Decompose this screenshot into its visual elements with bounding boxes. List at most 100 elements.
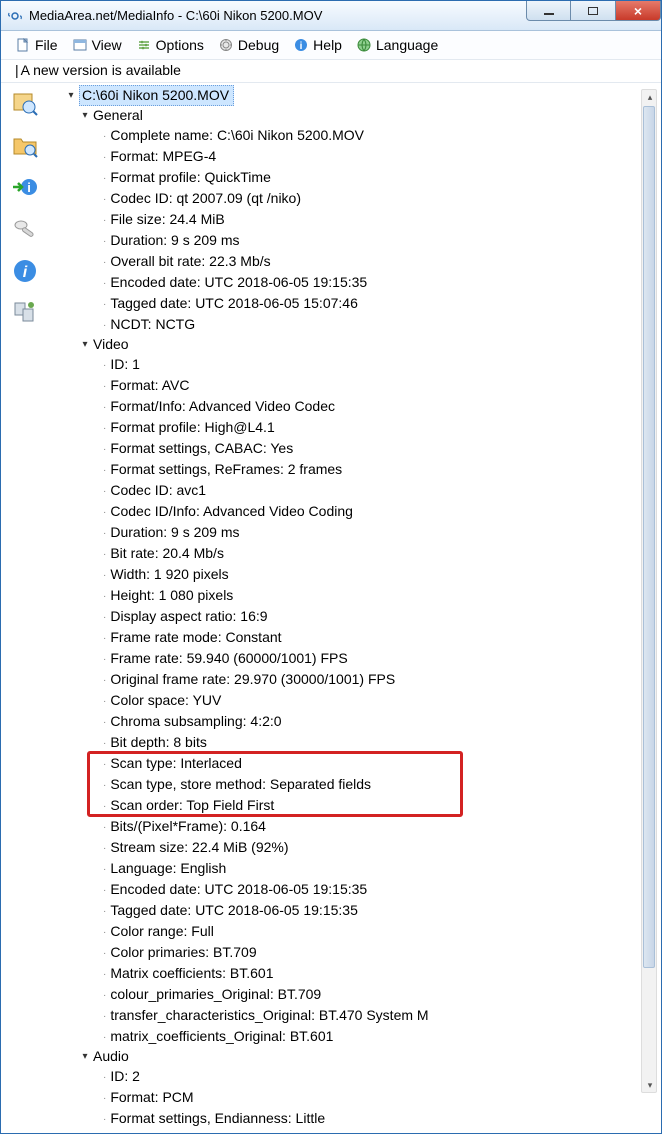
titlebar: MediaArea.net/MediaInfo - C:\60i Nikon 5… — [1, 1, 661, 31]
tree-item[interactable]: Encoded date: UTC 2018-06-05 19:15:35 — [53, 272, 639, 293]
bullet-icon — [101, 1087, 110, 1108]
close-button[interactable]: × — [616, 1, 661, 21]
help-icon: i — [293, 37, 309, 53]
menu-view[interactable]: View — [66, 35, 128, 55]
tree-item-label: NCDT: NCTG — [110, 315, 195, 334]
tree-item-label: Format: AVC — [110, 376, 189, 395]
tree-item[interactable]: Format settings, ReFrames: 2 frames — [53, 459, 639, 480]
tree-item[interactable]: Stream size: 22.4 MiB (92%) — [53, 837, 639, 858]
bullet-icon — [101, 272, 110, 293]
tree-item[interactable]: Bit rate: 20.4 Mb/s — [53, 543, 639, 564]
tree-item[interactable]: Tagged date: UTC 2018-06-05 15:07:46 — [53, 293, 639, 314]
collapse-icon[interactable] — [65, 90, 77, 102]
tree-item[interactable]: Format settings, CABAC: Yes — [53, 438, 639, 459]
section-label: Video — [93, 335, 129, 354]
menu-help[interactable]: i Help — [287, 35, 348, 55]
tree-item-label: Format/Info: Advanced Video Codec — [110, 397, 335, 416]
tree-item[interactable]: Width: 1 920 pixels — [53, 564, 639, 585]
tree-item[interactable]: Format: MPEG-4 — [53, 146, 639, 167]
tree-item[interactable]: Display aspect ratio: 16:9 — [53, 606, 639, 627]
tree-item-label: Original frame rate: 29.970 (30000/1001)… — [110, 670, 395, 689]
tree-item[interactable]: Original frame rate: 29.970 (30000/1001)… — [53, 669, 639, 690]
tree-item[interactable]: Bit depth: 8 bits — [53, 732, 639, 753]
tree-item[interactable]: Format settings, Sign: Signed — [53, 1129, 639, 1133]
tree-section-general[interactable]: General — [53, 106, 639, 125]
bullet-icon — [101, 648, 110, 669]
tree-item[interactable]: Format profile: QuickTime — [53, 167, 639, 188]
vertical-scrollbar[interactable]: ▴ ▾ — [641, 89, 657, 1093]
bullet-icon — [101, 396, 110, 417]
open-folder-icon[interactable] — [9, 129, 41, 161]
tree-item[interactable]: Duration: 9 s 209 ms — [53, 522, 639, 543]
export-icon[interactable]: i — [9, 171, 41, 203]
minimize-button[interactable] — [526, 1, 571, 21]
collapse-icon[interactable] — [79, 339, 91, 351]
tree-item[interactable]: Chroma subsampling: 4:2:0 — [53, 711, 639, 732]
tree-section-video[interactable]: Video — [53, 335, 639, 354]
settings-icon[interactable] — [9, 213, 41, 245]
tree-item[interactable]: Color range: Full — [53, 921, 639, 942]
bullet-icon — [101, 146, 110, 167]
file-icon — [15, 37, 31, 53]
tree-item[interactable]: NCDT: NCTG — [53, 314, 639, 335]
tree-item[interactable]: Matrix coefficients: BT.601 — [53, 963, 639, 984]
menu-options[interactable]: Options — [130, 35, 210, 55]
tree-item[interactable]: Complete name: C:\60i Nikon 5200.MOV — [53, 125, 639, 146]
tree-item[interactable]: Format profile: High@L4.1 — [53, 417, 639, 438]
tree-item[interactable]: Format: PCM — [53, 1087, 639, 1108]
menu-language[interactable]: Language — [350, 35, 444, 55]
scroll-up-icon[interactable]: ▴ — [642, 90, 658, 104]
bullet-icon — [101, 942, 110, 963]
tree-item[interactable]: Format settings, Endianness: Little — [53, 1108, 639, 1129]
app-icon — [7, 8, 23, 24]
tree-item[interactable]: Encoded date: UTC 2018-06-05 19:15:35 — [53, 879, 639, 900]
menu-file[interactable]: File — [9, 35, 64, 55]
menu-debug[interactable]: Debug — [212, 35, 285, 55]
tree-item[interactable]: Codec ID/Info: Advanced Video Coding — [53, 501, 639, 522]
servers-icon[interactable] — [9, 297, 41, 329]
tree-item[interactable]: Color space: YUV — [53, 690, 639, 711]
tree-item[interactable]: ID: 2 — [53, 1066, 639, 1087]
scroll-thumb[interactable] — [643, 106, 655, 968]
scroll-down-icon[interactable]: ▾ — [642, 1078, 658, 1092]
tree-item[interactable]: Format: AVC — [53, 375, 639, 396]
collapse-icon[interactable] — [79, 1051, 91, 1063]
tree-item[interactable]: Scan type, store method: Separated field… — [53, 774, 639, 795]
tree-item[interactable]: Tagged date: UTC 2018-06-05 19:15:35 — [53, 900, 639, 921]
tree-item-label: Format profile: High@L4.1 — [110, 418, 274, 437]
tree-item-label: Duration: 9 s 209 ms — [110, 231, 239, 250]
maximize-button[interactable] — [571, 1, 616, 21]
info-icon[interactable]: i — [9, 255, 41, 287]
tree-item[interactable]: Color primaries: BT.709 — [53, 942, 639, 963]
tree-item[interactable]: Overall bit rate: 22.3 Mb/s — [53, 251, 639, 272]
bullet-icon — [101, 480, 110, 501]
tree-item-label: Display aspect ratio: 16:9 — [110, 607, 267, 626]
tree-item[interactable]: Format/Info: Advanced Video Codec — [53, 396, 639, 417]
tree-item[interactable]: Frame rate: 59.940 (60000/1001) FPS — [53, 648, 639, 669]
tree-item-label: ID: 1 — [110, 355, 140, 374]
tree-item[interactable]: Codec ID: avc1 — [53, 480, 639, 501]
tree-item[interactable]: Scan type: Interlaced — [53, 753, 639, 774]
collapse-icon[interactable] — [79, 110, 91, 122]
properties-tree[interactable]: C:\60i Nikon 5200.MOVGeneralComplete nam… — [53, 85, 661, 1133]
tree-item[interactable]: Duration: 9 s 209 ms — [53, 230, 639, 251]
tree-item[interactable]: colour_primaries_Original: BT.709 — [53, 984, 639, 1005]
tree-item[interactable]: Bits/(Pixel*Frame): 0.164 — [53, 816, 639, 837]
tree-item[interactable]: transfer_characteristics_Original: BT.47… — [53, 1005, 639, 1026]
tree-item[interactable]: Codec ID: qt 2007.09 (qt /niko) — [53, 188, 639, 209]
svg-text:i: i — [300, 41, 303, 52]
bullet-icon — [101, 314, 110, 335]
tree-item-label: Chroma subsampling: 4:2:0 — [110, 712, 281, 731]
tree-root[interactable]: C:\60i Nikon 5200.MOV — [53, 85, 639, 106]
tree-item-label: Color space: YUV — [110, 691, 221, 710]
tree-item[interactable]: ID: 1 — [53, 354, 639, 375]
open-file-icon[interactable] — [9, 87, 41, 119]
tree-section-audio[interactable]: Audio — [53, 1047, 639, 1066]
tree-item[interactable]: Scan order: Top Field First — [53, 795, 639, 816]
bullet-icon — [101, 167, 110, 188]
tree-item[interactable]: File size: 24.4 MiB — [53, 209, 639, 230]
tree-item[interactable]: matrix_coefficients_Original: BT.601 — [53, 1026, 639, 1047]
tree-item[interactable]: Language: English — [53, 858, 639, 879]
tree-item[interactable]: Frame rate mode: Constant — [53, 627, 639, 648]
tree-item[interactable]: Height: 1 080 pixels — [53, 585, 639, 606]
